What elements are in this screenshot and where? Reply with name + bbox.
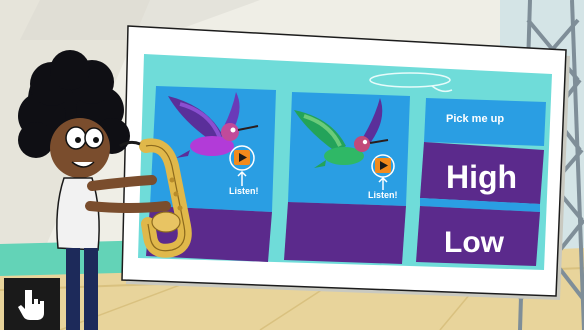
low-label[interactable]: Low: [444, 226, 505, 259]
listen-label-2[interactable]: Listen!: [368, 190, 398, 200]
panel-2-purple: [284, 202, 406, 264]
pick-me-up-label: Pick me up: [446, 113, 504, 125]
hand-pointer-icon: [18, 290, 44, 320]
background-svg: Listen! Listen! Pick me up High Low: [0, 0, 584, 330]
scene: Listen! Listen! Pick me up High Low: [0, 0, 584, 330]
listen-label-1[interactable]: Listen!: [229, 186, 259, 196]
hand-pointer-button[interactable]: [4, 278, 60, 330]
high-label[interactable]: High: [446, 159, 517, 195]
